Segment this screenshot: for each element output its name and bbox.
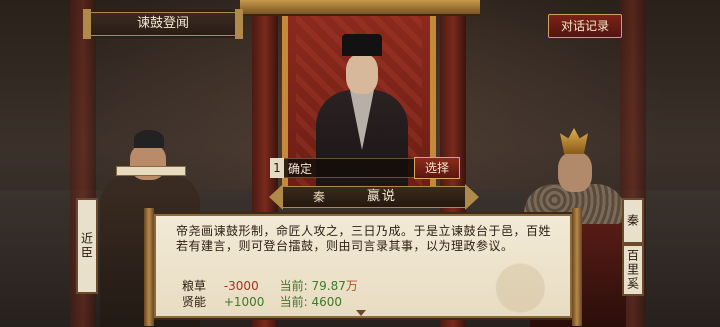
stat-label: 粮草 [182, 279, 207, 293]
throne-canopy [240, 0, 480, 16]
stat-current-label: 当前: [279, 295, 308, 309]
speaker-name: 嬴说 [367, 189, 398, 204]
speaker-state: 秦 [313, 190, 326, 204]
stat-current-value: 79.87 [311, 279, 346, 293]
stat-current-value: 4600 [311, 295, 343, 309]
stat-delta: +1000 [223, 295, 265, 309]
right-character-name: 百里奚 [622, 244, 644, 296]
dialog-log-button[interactable]: 对话记录 [548, 14, 622, 38]
stat-row-food: 粮草 -3000 当前: 79.87万 [182, 278, 358, 294]
stat-row-talent: 贤能 +1000 当前: 4600 [182, 294, 342, 310]
dialogue-text: 帝尧画谏鼓形制，命匠人攻之，三日乃成。于是立谏鼓台于邑，百姓若有建言，则可登台擂… [176, 224, 552, 253]
stat-label: 贤能 [182, 295, 207, 309]
choice-text[interactable]: 确定 [284, 158, 414, 178]
select-button[interactable]: 选择 [414, 157, 460, 179]
stat-unit: 万 [345, 279, 358, 293]
right-character-state: 秦 [622, 198, 644, 244]
stat-delta: -3000 [223, 279, 259, 293]
stat-current-label: 当前: [279, 279, 308, 293]
choice-option[interactable]: 1 确定 选择 [270, 157, 460, 179]
choice-index: 1 [270, 158, 284, 178]
dialogue-box[interactable]: 帝尧画谏鼓形制，命匠人攻之，三日乃成。于是立谏鼓台于邑，百姓若有建言，则可登台擂… [144, 208, 582, 326]
speaker-banner: 秦 嬴说 [282, 186, 466, 208]
left-character-title: 近臣 [76, 198, 98, 294]
event-title: 谏鼓登闻 [83, 9, 243, 39]
continue-arrow-icon[interactable] [356, 310, 366, 316]
